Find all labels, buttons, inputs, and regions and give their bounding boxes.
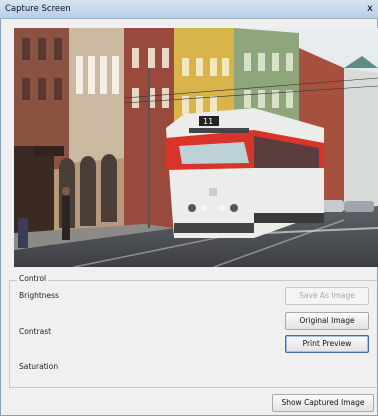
contrast-label: Contrast	[19, 327, 52, 336]
saturation-label: Saturation	[19, 362, 59, 371]
print-preview-button[interactable]: Print Preview	[285, 335, 369, 353]
window-title: Capture Screen	[5, 4, 71, 14]
control-group-label: Control	[17, 274, 49, 283]
title-bar: Capture Screen x	[0, 0, 378, 19]
street-scene-image: 11	[14, 28, 378, 267]
close-icon[interactable]: x	[363, 1, 377, 17]
save-as-image-button[interactable]: Save As Image	[285, 287, 369, 305]
tram-route-number: 11	[203, 117, 213, 126]
captured-image-preview: 11	[14, 28, 378, 267]
original-image-button[interactable]: Original Image	[285, 312, 369, 330]
brightness-label: Brightness	[19, 291, 59, 300]
show-captured-image-button[interactable]: Show Captured Image	[272, 394, 374, 412]
